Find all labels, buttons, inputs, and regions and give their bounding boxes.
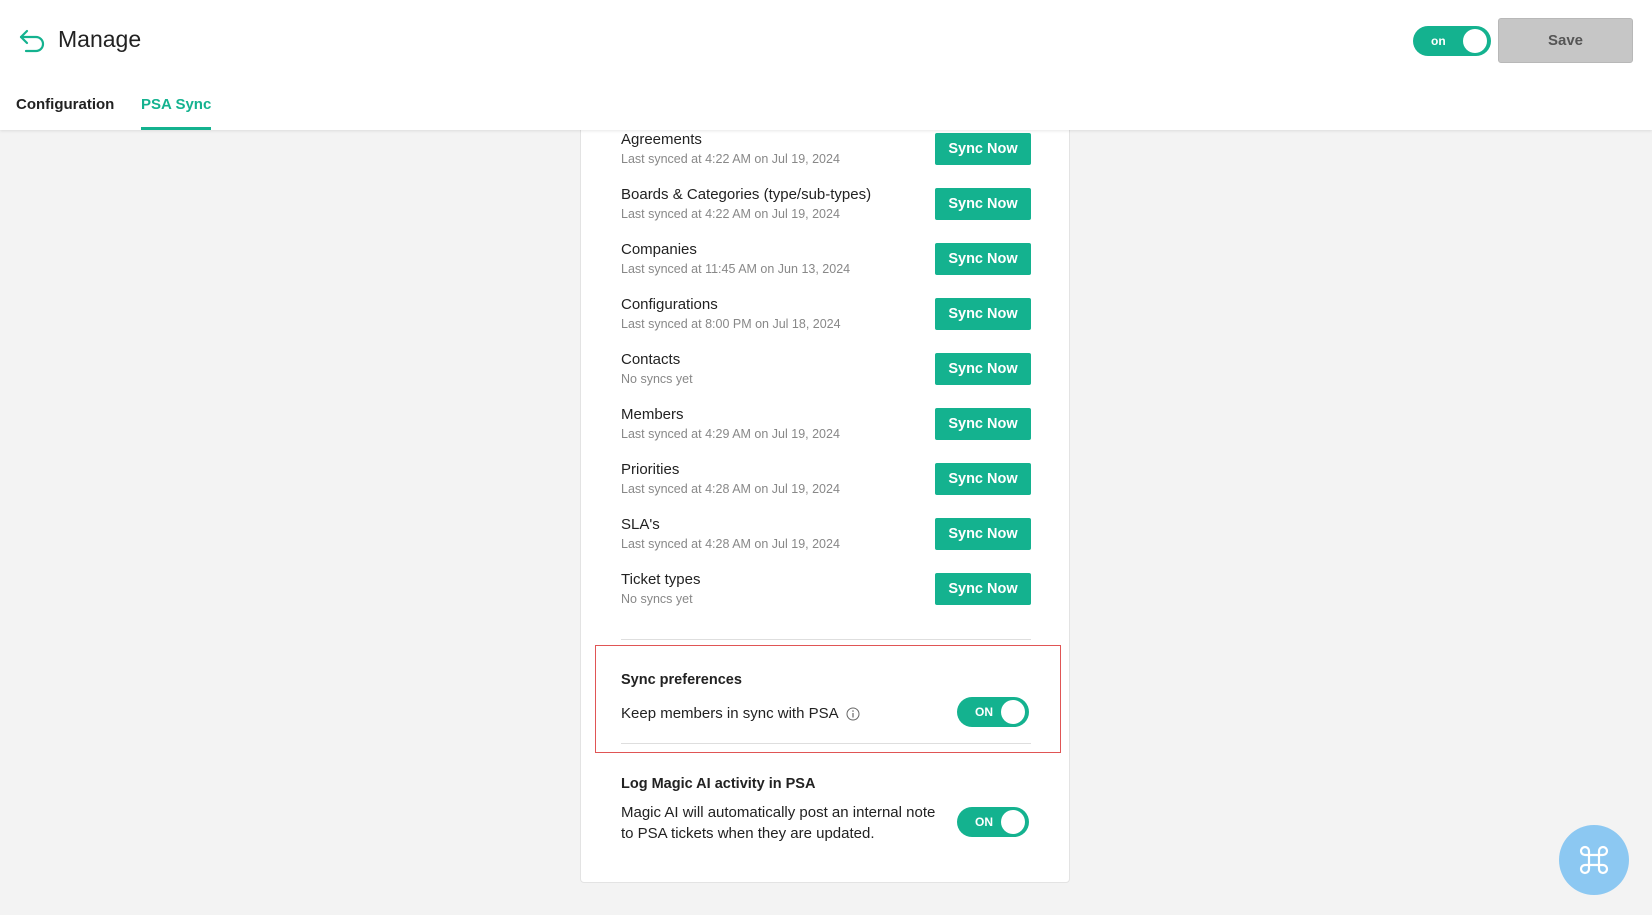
sync-row-configurations: Configurations Last synced at 8:00 PM on…: [621, 296, 1031, 336]
sync-row-slas: SLA's Last synced at 4:28 AM on Jul 19, …: [621, 516, 1031, 556]
sync-item-name: Contacts: [621, 351, 681, 368]
sync-now-button[interactable]: Sync Now: [935, 518, 1031, 550]
sync-item-status: Last synced at 4:22 AM on Jul 19, 2024: [621, 152, 840, 166]
sync-item-name: Companies: [621, 241, 697, 258]
toggle-label: on: [1431, 34, 1446, 48]
sync-item-status: Last synced at 4:28 AM on Jul 19, 2024: [621, 537, 840, 551]
sync-item-name: Configurations: [621, 296, 718, 313]
back-arrow-icon[interactable]: [18, 27, 46, 53]
sync-item-name: Boards & Categories (type/sub-types): [621, 186, 872, 203]
page-title: Manage: [58, 26, 142, 52]
sync-item-name: Members: [621, 406, 684, 423]
sync-now-button[interactable]: Sync Now: [935, 188, 1031, 220]
sync-item-status: Last synced at 8:00 PM on Jul 18, 2024: [621, 317, 841, 331]
sync-row-companies: Companies Last synced at 11:45 AM on Jun…: [621, 241, 1031, 281]
sync-row-ticket-types: Ticket types No syncs yet Sync Now: [621, 571, 1031, 611]
tab-configuration[interactable]: Configuration: [16, 96, 114, 123]
sync-item-status: Last synced at 11:45 AM on Jun 13, 2024: [621, 262, 851, 276]
sync-item-name: Ticket types: [621, 571, 701, 588]
keep-members-toggle[interactable]: ON: [957, 697, 1029, 727]
magic-ai-toggle[interactable]: ON: [957, 807, 1029, 837]
keep-members-label: Keep members in sync with PSA: [621, 703, 860, 724]
sync-row-agreements: Agreements Last synced at 4:22 AM on Jul…: [621, 131, 1031, 171]
sync-row-members: Members Last synced at 4:29 AM on Jul 19…: [621, 406, 1031, 446]
toggle-label: ON: [975, 815, 993, 829]
header: Manage on Save Configuration PSA Sync: [0, 0, 1652, 130]
psa-sync-card: Agreements Last synced at 4:22 AM on Jul…: [580, 110, 1070, 883]
sync-now-button[interactable]: Sync Now: [935, 243, 1031, 275]
command-fab-button[interactable]: [1559, 825, 1629, 895]
toggle-knob: [1463, 29, 1487, 53]
info-icon[interactable]: [846, 707, 860, 721]
toggle-label: ON: [975, 705, 993, 719]
sync-item-name: SLA's: [621, 516, 660, 533]
sync-preferences-title: Sync preferences: [621, 672, 742, 688]
sync-item-status: Last synced at 4:29 AM on Jul 19, 2024: [621, 427, 840, 441]
magic-ai-description: Magic AI will automatically post an inte…: [621, 804, 936, 842]
save-button[interactable]: Save: [1498, 18, 1633, 63]
sync-item-name: Agreements: [621, 131, 702, 148]
command-icon: [1579, 845, 1609, 875]
toggle-knob: [1001, 810, 1025, 834]
tab-psa-sync[interactable]: PSA Sync: [141, 96, 212, 130]
divider: [621, 639, 1031, 640]
sync-now-button[interactable]: Sync Now: [935, 573, 1031, 605]
sync-item-status: No syncs yet: [621, 592, 693, 606]
sync-now-button[interactable]: Sync Now: [935, 353, 1031, 385]
sync-item-status: Last synced at 4:28 AM on Jul 19, 2024: [621, 482, 840, 496]
sync-now-button[interactable]: Sync Now: [935, 408, 1031, 440]
sync-item-status: No syncs yet: [621, 372, 693, 386]
divider: [621, 743, 1031, 744]
sync-now-button[interactable]: Sync Now: [935, 298, 1031, 330]
sync-item-name: Priorities: [621, 461, 680, 478]
sync-row-boards-categories: Boards & Categories (type/sub-types) Las…: [621, 186, 1031, 226]
sync-now-button[interactable]: Sync Now: [935, 463, 1031, 495]
sync-row-priorities: Priorities Last synced at 4:28 AM on Jul…: [621, 461, 1031, 501]
magic-ai-title: Log Magic AI activity in PSA: [621, 776, 816, 792]
toggle-knob: [1001, 700, 1025, 724]
header-enabled-toggle[interactable]: on: [1413, 26, 1491, 56]
sync-now-button[interactable]: Sync Now: [935, 133, 1031, 165]
sync-row-contacts: Contacts No syncs yet Sync Now: [621, 351, 1031, 391]
keep-members-text: Keep members in sync with PSA: [621, 705, 838, 722]
sync-item-status: Last synced at 4:22 AM on Jul 19, 2024: [621, 207, 840, 221]
